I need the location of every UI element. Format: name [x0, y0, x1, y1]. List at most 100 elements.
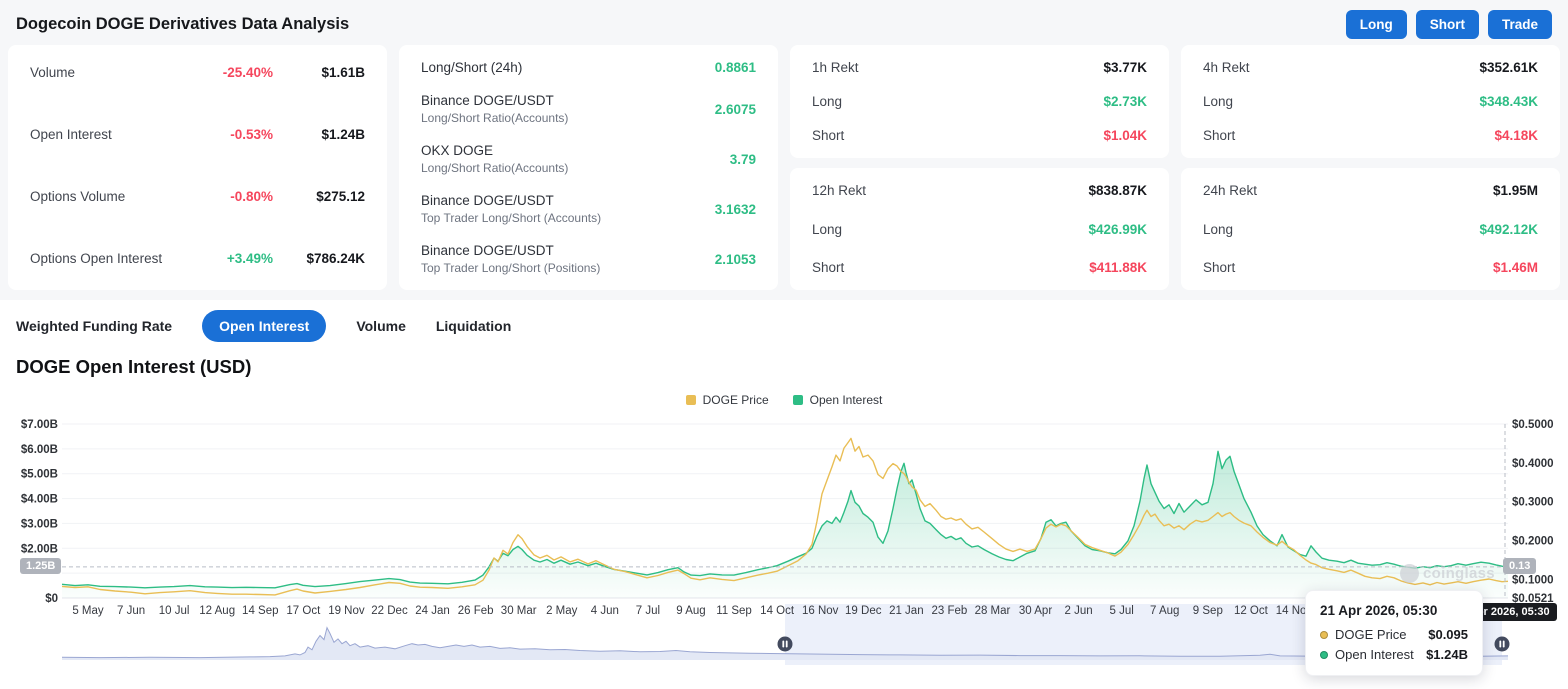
rekt-total-value: $1.95M: [1493, 183, 1538, 198]
stat-label: Open Interest: [30, 127, 112, 142]
rekt-total-value: $3.77K: [1103, 60, 1147, 75]
stat-label: Options Open Interest: [30, 251, 162, 266]
x-axis-tick: 22 Dec: [371, 605, 408, 617]
rekt-row: 4h Rekt$352.61K: [1203, 60, 1538, 75]
x-axis-tick: 5 May: [72, 605, 104, 617]
rekt-long-value: $348.43K: [1479, 94, 1538, 109]
x-axis-tick: 4 Jun: [591, 605, 619, 617]
ratio-value: 3.1632: [715, 202, 756, 217]
right-axis-tick: $0.4000: [1512, 458, 1554, 470]
x-axis-tick: 7 Jun: [117, 605, 145, 617]
rekt-total-value: $352.61K: [1479, 60, 1538, 75]
legend-swatch-icon: [686, 395, 696, 405]
right-axis-tick: $0.5000: [1512, 419, 1554, 431]
left-axis-tick: $3.00B: [21, 518, 58, 530]
tab-weighted-funding-rate[interactable]: Weighted Funding Rate: [16, 310, 172, 342]
page-title: Dogecoin DOGE Derivatives Data Analysis: [16, 15, 349, 34]
x-axis-tick: 12 Oct: [1234, 605, 1269, 617]
ratio-labels: Long/Short (24h): [421, 60, 522, 75]
ratio-label: Long/Short (24h): [421, 60, 522, 75]
rekt-long-value: $2.73K: [1103, 94, 1147, 109]
header-buttons: Long Short Trade: [1346, 10, 1552, 39]
right-axis-tick: $0.1000: [1512, 574, 1554, 586]
long-button[interactable]: Long: [1346, 10, 1407, 39]
tooltip-series-dot-icon: [1320, 651, 1328, 659]
tooltip-rows: DOGE Price$0.095 Open Interest $1.24B: [1320, 627, 1468, 662]
x-axis-tick: 14 Sep: [242, 605, 278, 617]
rekt-label: Long: [1203, 222, 1233, 237]
rekt-card-1h-rekt: 1h Rekt$3.77KLong$2.73KShort$1.04K: [790, 45, 1169, 158]
tooltip-row: DOGE Price$0.095: [1320, 627, 1468, 642]
rekt-long-value: $426.99K: [1088, 222, 1147, 237]
x-axis-tick: 2 May: [546, 605, 578, 617]
rekt-label: Long: [812, 94, 842, 109]
rekt-long-value: $492.12K: [1479, 222, 1538, 237]
rekt-label: Short: [812, 260, 844, 275]
long-short-ratios-card: Long/Short (24h)0.8861Binance DOGE/USDTL…: [399, 45, 778, 290]
rekt-label: Short: [1203, 260, 1235, 275]
rekt-row: Short$1.04K: [812, 128, 1147, 143]
short-button[interactable]: Short: [1416, 10, 1479, 39]
x-axis-tick: 19 Nov: [328, 605, 365, 617]
ratio-sublabel: Long/Short Ratio(Accounts): [421, 111, 568, 125]
x-axis-tick: 30 Apr: [1019, 605, 1052, 617]
tab-open-interest[interactable]: Open Interest: [202, 310, 326, 342]
stat-value: $1.61B: [273, 65, 365, 80]
stat-row: Options Open Interest +3.49%$786.24K: [30, 251, 365, 266]
right-axis-tick: $0.2000: [1512, 536, 1554, 548]
navigator-handle-left[interactable]: [778, 637, 793, 652]
stat-change: -0.80%: [193, 189, 273, 204]
stat-label: Options Volume: [30, 189, 125, 204]
x-axis-tick: 12 Aug: [199, 605, 235, 617]
rekt-label: 24h Rekt: [1203, 183, 1257, 198]
x-axis-tick: 19 Dec: [845, 605, 882, 617]
legend-item-doge-price[interactable]: DOGE Price: [686, 393, 769, 407]
ratio-label: Binance DOGE/USDT: [421, 193, 601, 208]
tab-volume[interactable]: Volume: [356, 310, 406, 342]
ratio-row: Binance DOGE/USDTTop Trader Long/Short (…: [421, 243, 756, 275]
navigator-handle-right[interactable]: [1495, 637, 1510, 652]
tooltip-series-value: $1.24B: [1426, 647, 1468, 662]
ratio-row: OKX DOGELong/Short Ratio(Accounts)3.79: [421, 143, 756, 175]
x-axis-tick: 26 Feb: [458, 605, 494, 617]
x-axis-tick: 7 Aug: [1150, 605, 1179, 617]
ratio-labels: OKX DOGELong/Short Ratio(Accounts): [421, 143, 568, 175]
tooltip-series-dot-icon: [1320, 631, 1328, 639]
ratio-sublabel: Top Trader Long/Short (Accounts): [421, 211, 601, 225]
tooltip-series-label: Open Interest: [1335, 647, 1414, 662]
left-axis-tick: $7.00B: [21, 419, 58, 431]
rekt-card-4h-rekt: 4h Rekt$352.61KLong$348.43KShort$4.18K: [1181, 45, 1560, 158]
derivatives-summary-panel: Dogecoin DOGE Derivatives Data Analysis …: [0, 0, 1568, 300]
x-axis-tick: 23 Feb: [931, 605, 967, 617]
stat-change: +3.49%: [193, 251, 273, 266]
rekt-row: 12h Rekt$838.87K: [812, 183, 1147, 198]
stat-row: Volume-25.40%$1.61B: [30, 65, 365, 80]
chart-tooltip: 21 Apr 2026, 05:30 DOGE Price$0.095 Open …: [1305, 590, 1483, 676]
tooltip-row: Open Interest $1.24B: [1320, 647, 1468, 662]
tooltip-date: 21 Apr 2026, 05:30: [1320, 603, 1468, 618]
legend-label: Open Interest: [810, 393, 883, 407]
rekt-short-value: $1.04K: [1103, 128, 1147, 143]
x-axis-tick: 9 Aug: [676, 605, 705, 617]
tab-liquidation[interactable]: Liquidation: [436, 310, 511, 342]
legend-item-open-interest[interactable]: Open Interest: [793, 393, 883, 407]
rekt-short-value: $1.46M: [1493, 260, 1538, 275]
trade-button[interactable]: Trade: [1488, 10, 1552, 39]
rekt-total-value: $838.87K: [1088, 183, 1147, 198]
rekt-card-24h-rekt: 24h Rekt $1.95M Long $492.12K Short $1.46M: [1181, 168, 1560, 290]
ratio-row: Binance DOGE/USDTLong/Short Ratio(Accoun…: [421, 93, 756, 125]
x-axis-tick: 7 Jul: [636, 605, 660, 617]
left-axis-tick: $0: [45, 593, 58, 605]
coinglass-logo-icon: [1400, 564, 1419, 583]
page-header: Dogecoin DOGE Derivatives Data Analysis …: [8, 8, 1560, 40]
chart-title: DOGE Open Interest (USD): [16, 356, 1568, 378]
rekt-short-value: $411.88K: [1089, 260, 1147, 275]
stat-value: $786.24K: [273, 251, 365, 266]
coinglass-watermark: coinglass: [1400, 564, 1495, 583]
rekt-column-1: 1h Rekt$3.77KLong$2.73KShort$1.04K12h Re…: [790, 45, 1169, 290]
rekt-row: Long$426.99K: [812, 222, 1147, 237]
stat-change: -0.53%: [193, 127, 273, 142]
x-axis-tick: 21 Jan: [889, 605, 924, 617]
rekt-column-2: 4h Rekt$352.61KLong$348.43KShort$4.18K24…: [1181, 45, 1560, 290]
chart-legend: DOGE Price Open Interest: [0, 393, 1568, 407]
